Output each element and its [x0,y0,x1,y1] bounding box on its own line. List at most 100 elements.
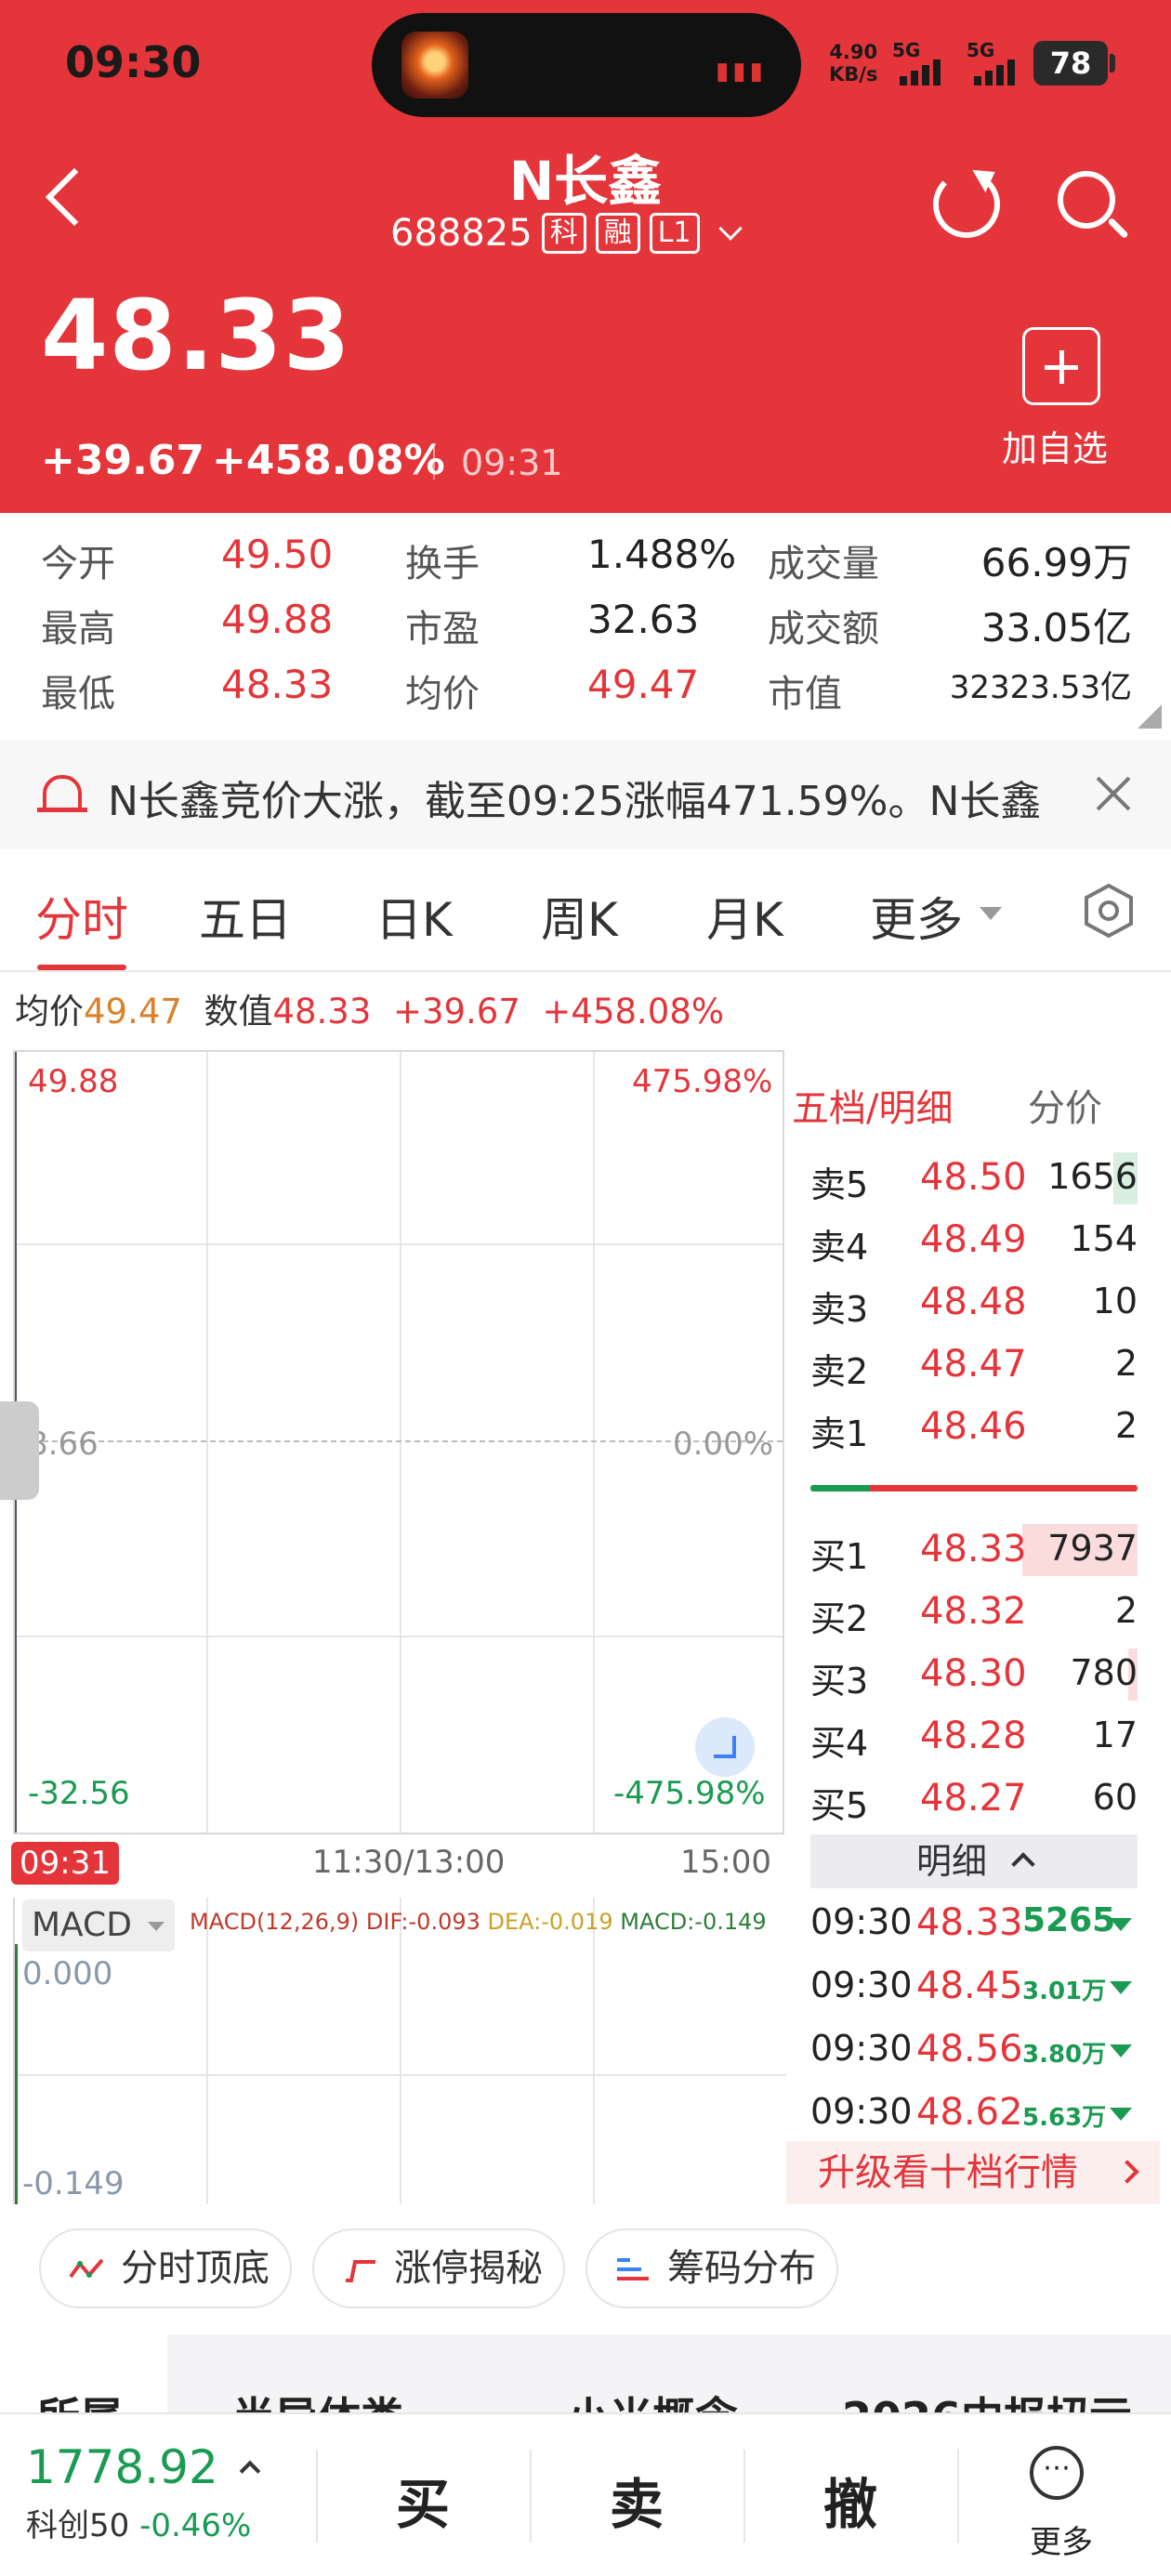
level-volume: 2 [1114,1343,1138,1384]
level-label: 买4 [810,1723,869,1764]
more-icon[interactable]: ⋯ [1030,2446,1084,2500]
trade-bottom-bar [0,2412,1171,2576]
tab-daily-k[interactable]: 日K [375,883,453,950]
tag-kechuang: 科 [541,213,586,254]
stat-value: 49.47 [587,662,700,707]
tab-more[interactable]: 更多 [870,883,963,950]
grid-line [206,1898,208,2204]
macd-y-bottom: -0.149 [22,2165,125,2202]
stat-label: 成交额 [768,608,879,651]
y-label-bottom-right: -475.98% [613,1775,766,1812]
info-change: +39.67 [392,992,520,1032]
buy-button[interactable]: 买 [396,2461,450,2539]
chevron-down-icon[interactable] [717,217,743,241]
level-volume: 7937 [1047,1528,1138,1569]
grid-line [400,1052,401,1833]
search-icon[interactable] [1058,171,1115,229]
value-label: 数值 [204,992,273,1032]
tabs-divider [0,970,1171,972]
more-label[interactable]: 更多 [1030,2517,1093,2562]
orderbook-tab[interactable]: 五档/明细 [792,1078,953,1132]
tab-weekly-k[interactable]: 周K [541,883,618,950]
level-volume: 1656 [1047,1156,1138,1197]
stat-value: 48.33 [221,662,334,707]
level-label: 卖3 [810,1289,869,1330]
level-label: 卖2 [810,1351,869,1392]
pill-chip-distribution[interactable]: 筹码分布 [586,2228,838,2308]
stock-code-line[interactable]: 688825 科 融 L1 [390,210,743,256]
chevron-up-icon [1011,1851,1035,1876]
level-label: 卖5 [810,1164,869,1205]
bar-divider [743,2450,745,2543]
sell-button[interactable]: 卖 [610,2461,664,2539]
stat-value: 66.99万 [980,540,1132,585]
macd-bar [15,1944,18,2204]
upgrade-banner[interactable]: 升级看十档行情 [786,2141,1160,2204]
quote-time: 09:31 [461,442,563,483]
header-divider [433,446,435,480]
avg-label: 均价 [15,992,84,1032]
tab-monthly-k[interactable]: 月K [706,883,783,950]
settings-hexagon-icon[interactable] [1084,883,1134,939]
tab-five-day[interactable]: 五日 [199,883,292,950]
sell-direction-icon [1110,1981,1132,1994]
y-label-mid-right: 0.00% [673,1426,774,1463]
x-label-mid: 11:30/13:00 [312,1844,506,1881]
tab-intraday[interactable]: 分时 [35,883,128,950]
upgrade-label: 升级看十档行情 [818,2151,1078,2194]
intraday-chart[interactable] [13,1050,784,1834]
fullscreen-icon[interactable] [695,1717,755,1777]
x-label-end: 15:00 [680,1844,771,1881]
pill-intraday-topbottom[interactable]: 分时顶底 [39,2228,292,2308]
baseline-dashed [15,1440,783,1442]
index-name: 科创50 [26,2507,130,2544]
level-label: 买1 [810,1536,869,1577]
stat-label: 今开 [41,543,115,585]
pill-label: 分时顶底 [121,2247,270,2290]
index-value-row[interactable]: 1778.92 [26,2440,260,2494]
index-name-row[interactable]: 科创50 -0.46% [26,2500,251,2545]
current-price: 48.33 [41,279,351,392]
macd-macd: MACD:-0.149 [620,1909,767,1935]
battery-icon: 78 [1033,41,1108,85]
index-value: 1778.92 [26,2440,218,2494]
price-change-pct: +458.08% [212,437,445,484]
stat-label: 最低 [41,673,115,716]
stat-label: 换手 [405,543,480,585]
add-watchlist-button[interactable] [1022,327,1100,405]
tick-time: 09:30 [810,1901,913,1942]
level-volume: 2 [1114,1405,1138,1446]
stat-label: 成交量 [768,543,879,585]
add-watchlist-label[interactable]: 加自选 [1002,420,1108,471]
app-thumbnail-icon [401,32,468,99]
stat-label: 均价 [405,673,480,716]
y-label-top-left: 49.88 [28,1063,119,1100]
y-label-bottom-left: -32.56 [28,1775,130,1812]
caret-down-icon [980,907,1002,920]
value-value: 48.33 [272,992,372,1032]
level-label: 买3 [810,1661,869,1702]
expand-corner-icon[interactable] [1138,704,1162,729]
tick-volume: 3.80万 [1022,2041,1107,2069]
price-distribution-tab[interactable]: 分价 [1028,1078,1102,1132]
pill-limit-up[interactable]: 涨停揭秘 [312,2228,565,2308]
close-icon[interactable] [1095,775,1132,812]
indicator-selector[interactable]: MACD [22,1899,175,1952]
level-label: 卖1 [810,1413,869,1454]
bar-divider [316,2450,318,2543]
tick-volume: 5265 [1022,1901,1116,1939]
info-pct: +458.08% [542,992,725,1032]
stat-label: 市值 [768,673,842,716]
news-text[interactable]: N长鑫竞价大涨，截至09:25涨幅471.59%。N长鑫 [108,768,1046,827]
chip-bars-icon [617,2258,649,2280]
detail-toggle[interactable]: 明细 [810,1834,1138,1888]
cancel-order-button[interactable]: 撤 [823,2461,877,2539]
bar-divider [957,2450,959,2543]
drawer-handle[interactable] [0,1401,39,1500]
caret-down-icon [148,1922,165,1931]
stat-label: 市盈 [405,608,480,651]
detail-label: 明细 [915,1841,987,1882]
tick-price: 48.56 [916,2028,1023,2070]
grid-line [15,1636,783,1637]
stat-value: 33.05亿 [980,605,1132,651]
